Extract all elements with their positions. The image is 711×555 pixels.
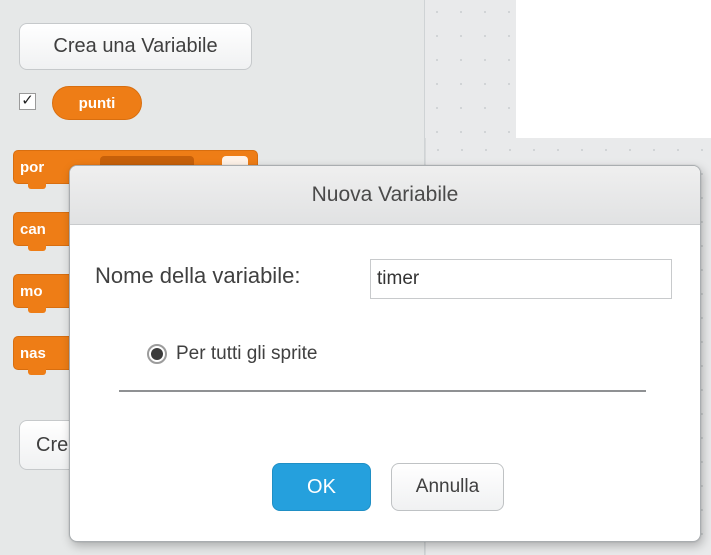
variable-show-checkbox[interactable]: ✓ <box>19 93 36 110</box>
block-label: nas <box>20 344 46 362</box>
stage-area <box>516 0 711 138</box>
variable-name-label: Nome della variabile: <box>95 263 301 288</box>
block-nub <box>28 307 46 313</box>
scope-all-sprites-option[interactable]: Per tutti gli sprite <box>147 343 318 365</box>
ok-button[interactable]: OK <box>272 463 371 511</box>
block-nub <box>28 245 46 251</box>
dialog-separator <box>119 390 646 392</box>
variable-name-input[interactable] <box>370 259 672 299</box>
scope-option-label: Per tutti gli sprite <box>176 343 318 364</box>
block-nub <box>28 183 46 189</box>
make-variable-button[interactable]: Crea una Variabile <box>19 23 252 70</box>
block-label: can <box>20 220 46 238</box>
radio-button[interactable] <box>147 344 167 364</box>
scripts-area <box>425 0 516 138</box>
variable-reporter-block[interactable]: punti <box>52 86 142 120</box>
dialog-title[interactable]: Nuova Variabile <box>70 166 700 225</box>
block-label: por <box>20 158 45 176</box>
new-variable-dialog: Nuova Variabile Nome della variabile: Pe… <box>69 165 701 542</box>
block-label: mo <box>20 282 43 300</box>
radio-selected-dot <box>151 348 163 360</box>
block-nub <box>28 369 46 375</box>
cancel-button[interactable]: Annulla <box>391 463 504 511</box>
